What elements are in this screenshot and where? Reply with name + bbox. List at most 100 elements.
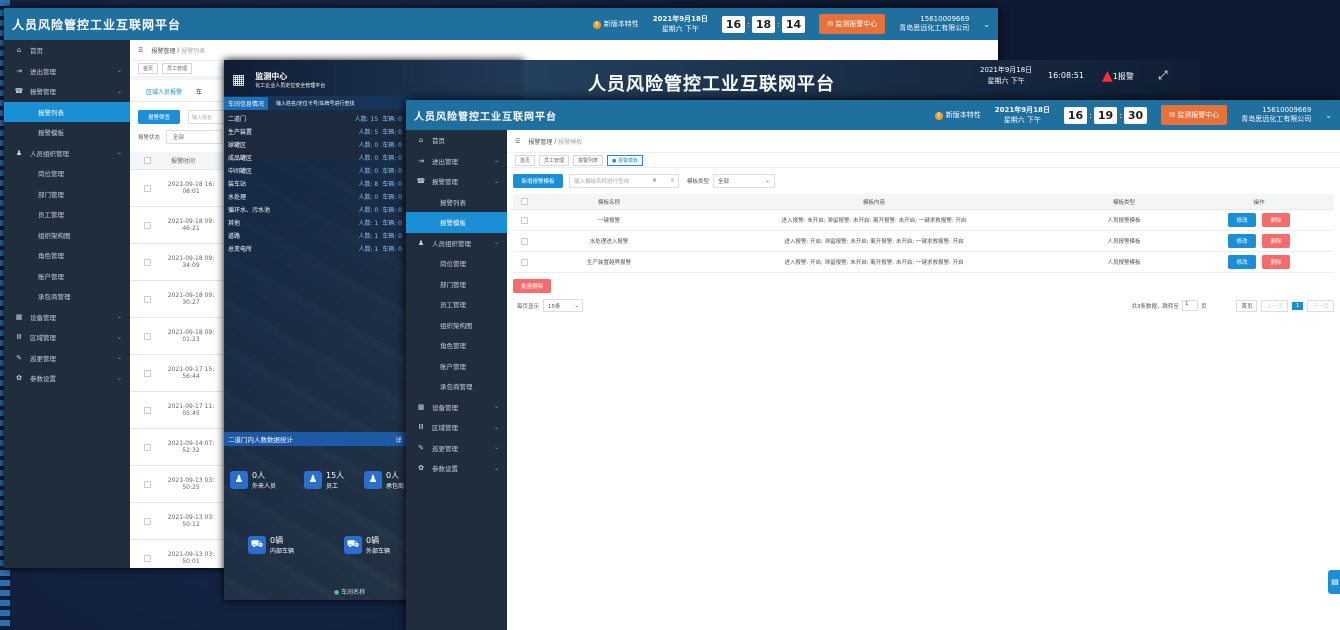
sidebar-item[interactable]: 角色管理 [4,245,130,266]
sidebar-item[interactable]: ⌂ 首页 [4,40,130,61]
user-account[interactable]: 15610009669 青岛思远化工有限公司 [1241,106,1311,124]
sidebar-item[interactable]: 部门管理 [406,274,507,295]
row-checkbox[interactable] [144,258,151,266]
sidebar-item[interactable]: 承包商管理 [406,376,507,397]
fullscreen-icon[interactable]: ⤢ [1158,68,1168,83]
chevron-down-icon[interactable]: ⌄ [1325,111,1332,120]
delete-button[interactable]: 删除 [1262,255,1290,269]
float-tool-icon[interactable]: ▤ [1328,570,1340,594]
new-features-link[interactable]: ! 新版本特性 [934,110,981,120]
add-template-button[interactable]: 新增报警模板 [513,174,563,188]
sidebar-item[interactable]: ☎ 报警管理 ⌄ [406,171,507,192]
row-checkbox[interactable] [144,443,151,451]
chevron-down-icon[interactable]: ⌄ [983,20,990,29]
tab-alarm-list[interactable]: 报警列表 [573,154,604,166]
row-checkbox[interactable] [521,216,528,224]
page-jump-input[interactable]: 1 [1181,300,1198,311]
zone-row[interactable]: 球罐区 人数: 0 车辆: 0 [224,138,406,151]
sidebar-item[interactable]: 员工管理 [406,294,507,315]
table-row[interactable]: 水处理进入报警 进入报警: 开启; 滞留报警: 未开启; 离开报警: 未开启; 一… [513,231,1334,252]
sidebar-item[interactable]: ▦ 设备管理 ⌄ [4,307,130,328]
batch-delete-button[interactable]: 批量删除 [513,279,551,293]
tab-alarm-template[interactable]: ● 报警模板 [607,154,643,166]
tab-home[interactable]: 首页 [138,63,159,74]
tab-staff[interactable]: 员工管理 [162,63,193,74]
sidebar-item[interactable]: ✎ 巡更管理 ⌄ [406,438,507,459]
sidebar-item[interactable]: 员工管理 [4,204,130,225]
next-page-button[interactable]: 下一页 [1307,299,1334,312]
sidebar-item[interactable]: 报警列表 [406,192,507,213]
sidebar-item[interactable]: ♟ 人员组织管理 ⌄ [4,143,130,164]
tab-area-alarm[interactable]: 区域人员报警 [146,87,182,101]
edit-button[interactable]: 修改 [1228,255,1256,269]
sidebar-item[interactable]: 组织架构图 [406,315,507,336]
row-checkbox[interactable] [144,554,151,562]
new-features-link[interactable]: ! 新版本特性 [592,19,639,29]
zone-row[interactable]: 道路 人数: 1 车辆: 0 [224,229,406,242]
select-all-checkbox[interactable] [144,157,151,164]
zone-row[interactable]: 总变电所 人数: 1 车辆: 0 [224,242,406,255]
zone-row[interactable]: 生产装置 人数: 5 车辆: 0 [224,125,406,138]
sidebar-item[interactable]: Ⅲ 区域管理 ⌄ [4,327,130,348]
sidebar-item[interactable]: 承包商管理 [4,286,130,307]
sidebar-item[interactable]: 部门管理 [4,184,130,205]
sidebar-item[interactable]: ♟ 人员组织管理 ⌄ [406,233,507,254]
sidebar-item[interactable]: Ⅲ 区域管理 ⌄ [406,417,507,438]
zone-row[interactable]: 水处理 人数: 0 车辆: 0 [224,190,406,203]
sidebar-item[interactable]: 岗位管理 [406,253,507,274]
alarm-center-button[interactable]: ✉ 监测报警中心 [819,14,886,34]
sidebar-item[interactable]: 岗位管理 [4,163,130,184]
table-row[interactable]: 生产装置越界报警 进入报警: 开启; 滞留报警: 未开启; 离开报警: 未开启; … [513,252,1334,273]
prev-page-button[interactable]: 上一页 [1261,299,1288,312]
sidebar-item[interactable]: 角色管理 [406,335,507,356]
sidebar-item[interactable]: ✿ 参数设置 ⌄ [4,368,130,389]
vehicle-info-tab[interactable]: 车间信息情况 [224,96,269,110]
sidebar-item[interactable]: 报警模板 [406,212,507,233]
row-checkbox[interactable] [144,406,151,414]
sidebar-item[interactable]: ⇥ 进出管理 ⌄ [4,61,130,82]
row-checkbox[interactable] [144,369,151,377]
alarm-center-button[interactable]: ✉ 监测报警中心 [1161,105,1228,125]
status-select[interactable]: 全部 [166,130,223,144]
zone-row[interactable]: 装车站 人数: 8 车辆: 0 [224,177,406,190]
select-all-checkbox[interactable] [521,198,528,205]
sidebar-item[interactable]: ✿ 参数设置 ⌄ [406,458,507,479]
zone-row[interactable]: 循环水、污水池 人数: 0 车辆: 0 [224,203,406,216]
delete-button[interactable]: 删除 [1262,213,1290,227]
monitor-alarm-badge[interactable]: ▲ 1报警 [1102,68,1134,84]
vehicle-search-input[interactable]: 输入姓名/定位卡号/车牌号进行查找 [276,100,354,107]
zone-row[interactable]: 中间罐区 人数: 0 车辆: 0 [224,164,406,177]
menu-toggle-icon[interactable]: ☰ [515,138,520,145]
first-page-button[interactable]: 首页 [1236,299,1258,312]
row-checkbox[interactable] [144,295,151,303]
row-checkbox[interactable] [144,480,151,488]
zone-row[interactable]: 其他 人数: 1 车辆: 0 [224,216,406,229]
name-search-input[interactable]: 输入姓名 [188,110,228,124]
row-checkbox[interactable] [144,332,151,340]
row-checkbox[interactable] [144,184,151,192]
sidebar-item[interactable]: ☎ 报警管理 ⌄ [4,81,130,102]
alarm-filter-button[interactable]: 报警筛查 [138,110,180,124]
row-checkbox[interactable] [521,237,528,245]
tab-staff[interactable]: 员工管理 [539,154,570,166]
row-checkbox[interactable] [144,517,151,525]
menu-toggle-icon[interactable]: ☰ [138,47,143,54]
clear-icon[interactable]: ✕ [652,178,657,184]
sidebar-item[interactable]: 组织架构图 [4,225,130,246]
sidebar-item[interactable]: ✎ 巡更管理 ⌄ [4,348,130,369]
sidebar-item[interactable]: 报警模板 [4,122,130,143]
tab-vehicle-alarm[interactable]: 车 [196,87,202,101]
delete-button[interactable]: 删除 [1262,234,1290,248]
template-type-select[interactable]: 全部 ⌄ [713,174,776,188]
edit-button[interactable]: 修改 [1228,213,1256,227]
tab-home[interactable]: 首页 [515,154,536,166]
template-search-input[interactable]: 输入模板名称进行查询 ✕ ⌕ [569,174,679,188]
row-checkbox[interactable] [144,221,151,229]
zone-row[interactable]: 成品罐区 人数: 0 车辆: 0 [224,151,406,164]
sidebar-item[interactable]: 账户管理 [406,356,507,377]
sidebar-item[interactable]: 报警列表 [4,101,130,122]
user-account[interactable]: 15610009669 青岛思远化工有限公司 [899,15,969,33]
sidebar-item[interactable]: ▦ 设备管理 ⌄ [406,397,507,418]
row-checkbox[interactable] [521,258,528,266]
search-icon[interactable]: ⌕ [671,178,674,185]
